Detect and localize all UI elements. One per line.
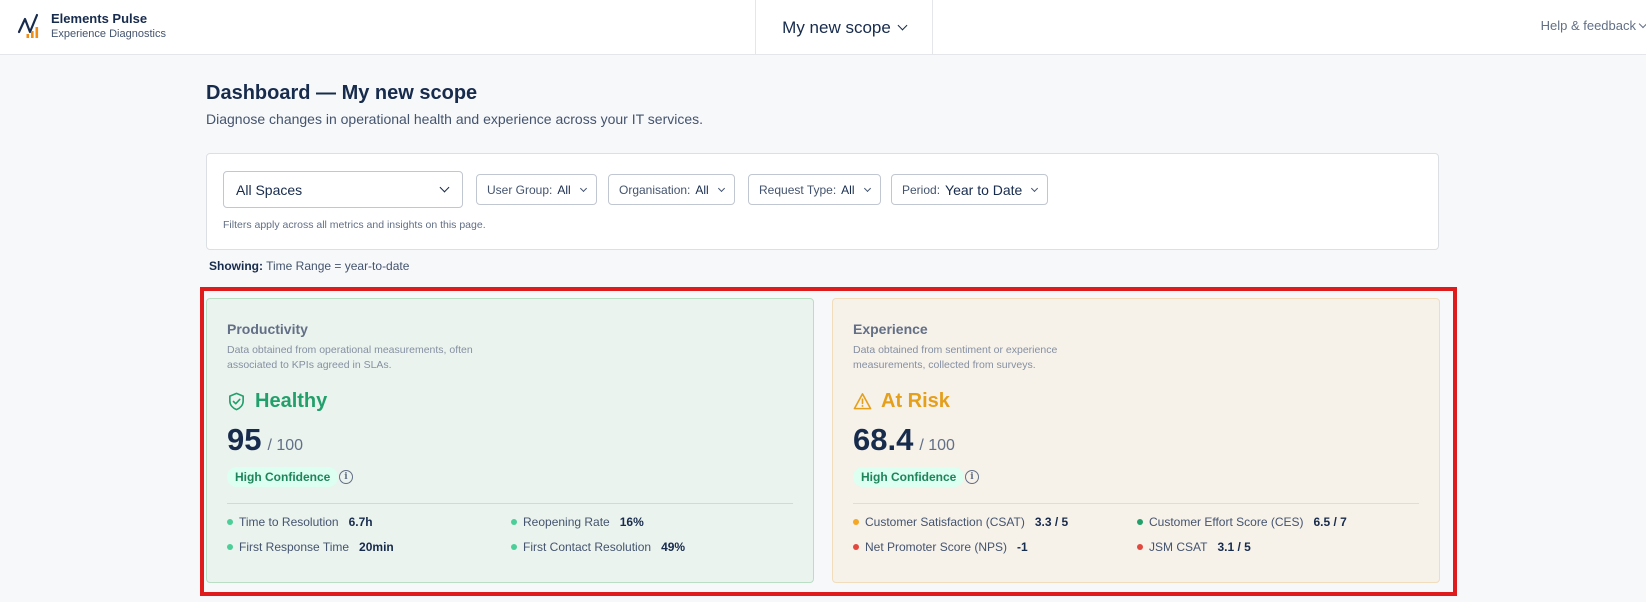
top-bar: Elements Pulse Experience Diagnostics My… — [0, 0, 1646, 55]
page-subtitle: Diagnose changes in operational health a… — [206, 111, 704, 127]
user-group-filter[interactable]: User Group: All — [476, 174, 597, 205]
filter-label: Period: — [902, 182, 941, 197]
help-feedback-menu[interactable]: Help & feedback — [1541, 18, 1646, 33]
pulse-logo-icon — [17, 13, 39, 38]
chevron-down-icon — [1031, 184, 1039, 192]
brand-name: Elements Pulse — [51, 11, 148, 26]
scope-selector[interactable]: My new scope — [755, 0, 933, 55]
filter-label: Request Type: — [759, 182, 837, 197]
filter-value: Year to Date — [945, 181, 1023, 198]
showing-label: Showing: — [209, 259, 263, 273]
filters-card: All Spaces User Group: All Organisation:… — [206, 153, 1439, 250]
spaces-value: All Spaces — [236, 181, 303, 198]
filter-value: All — [695, 182, 709, 197]
chevron-down-icon — [439, 182, 450, 193]
chevron-down-icon — [1638, 19, 1646, 28]
filters-hint: Filters apply across all metrics and ins… — [223, 219, 486, 231]
brand-subtitle: Experience Diagnostics — [51, 28, 166, 40]
filter-label: Organisation: — [619, 182, 691, 197]
chevron-down-icon — [897, 20, 908, 31]
spaces-select[interactable]: All Spaces — [223, 171, 463, 208]
request-type-filter[interactable]: Request Type: All — [748, 174, 881, 205]
filter-value: All — [557, 182, 571, 197]
highlight-frame — [200, 287, 1457, 596]
page-title: Dashboard — My new scope — [206, 82, 478, 104]
period-filter[interactable]: Period: Year to Date — [891, 174, 1049, 205]
scope-label: My new scope — [782, 17, 891, 37]
filter-label: User Group: — [487, 182, 553, 197]
showing-value: Time Range = year-to-date — [266, 259, 410, 273]
chevron-down-icon — [579, 184, 587, 192]
brand[interactable]: Elements Pulse Experience Diagnostics — [17, 11, 166, 41]
help-label: Help & feedback — [1540, 18, 1636, 33]
filter-value: All — [841, 182, 855, 197]
showing-summary: Showing: Time Range = year-to-date — [209, 259, 409, 273]
organisation-filter[interactable]: Organisation: All — [608, 174, 735, 205]
chevron-down-icon — [717, 184, 725, 192]
chevron-down-icon — [863, 184, 871, 192]
